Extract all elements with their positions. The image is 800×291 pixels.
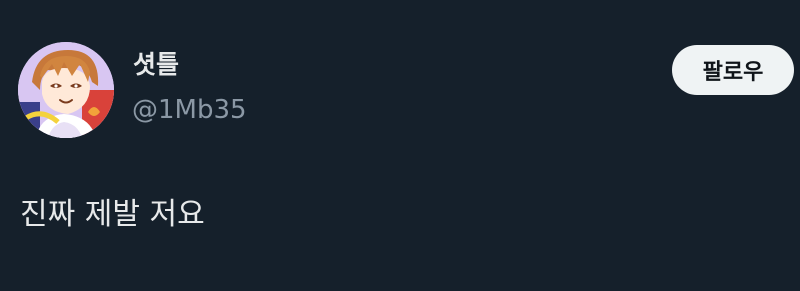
avatar[interactable] — [18, 42, 114, 138]
author-display-name[interactable]: 셧틀 — [133, 50, 179, 80]
tweet-card: 셧틀 @1Mb35 팔로우 진짜 제발 저요 — [0, 0, 800, 291]
avatar-illustration-icon — [18, 42, 114, 138]
tweet-text: 진짜 제발 저요 — [20, 197, 205, 232]
follow-button[interactable]: 팔로우 — [672, 45, 794, 95]
author-handle[interactable]: @1Mb35 — [132, 94, 247, 126]
